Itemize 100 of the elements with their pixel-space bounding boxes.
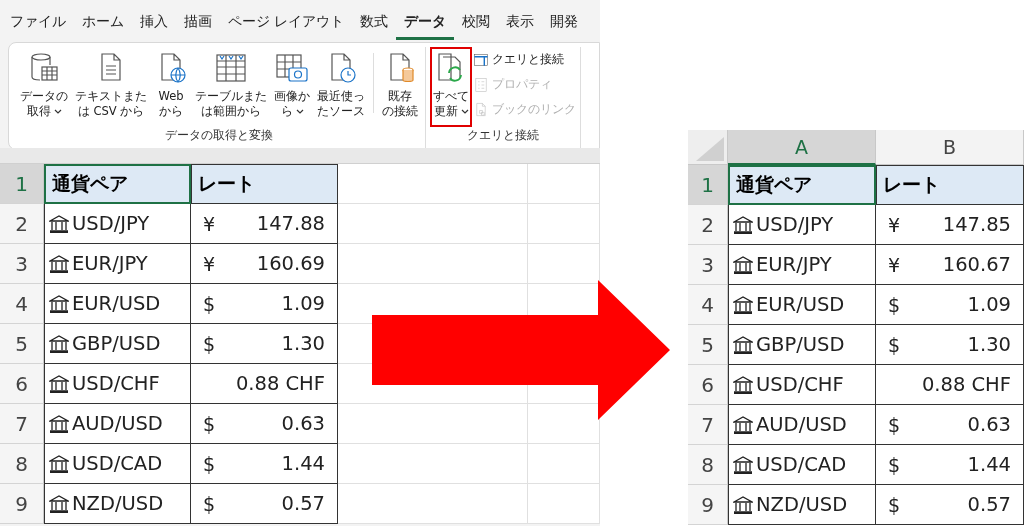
rate-value: 1.44 bbox=[281, 452, 325, 475]
bank-icon bbox=[49, 294, 69, 313]
row-number[interactable]: 6 bbox=[0, 364, 44, 404]
rate-value: 147.85 bbox=[942, 213, 1011, 236]
group-label: クエリと接続 bbox=[466, 127, 540, 144]
currency-pair: EUR/USD bbox=[756, 293, 845, 316]
row-number[interactable]: 4 bbox=[688, 285, 728, 325]
rate-value: 0.88 CHF bbox=[235, 372, 325, 395]
header-cell[interactable]: レート bbox=[191, 164, 338, 204]
currency-symbol: $ bbox=[203, 412, 216, 435]
rate-value: 160.67 bbox=[942, 253, 1011, 276]
bank-icon bbox=[49, 214, 69, 233]
rate-value: 160.69 bbox=[256, 252, 325, 275]
rate-value: 0.57 bbox=[967, 493, 1011, 516]
row-number[interactable]: 5 bbox=[688, 325, 728, 365]
currency-pair: GBP/USD bbox=[756, 333, 845, 356]
ribbon-small-button[interactable]: クエリと接続 bbox=[473, 51, 576, 68]
properties-icon bbox=[473, 76, 489, 93]
ribbon-tab[interactable]: 表示 bbox=[498, 13, 543, 40]
bank-icon bbox=[49, 494, 69, 513]
ribbon-button[interactable]: Web から bbox=[151, 47, 191, 127]
row-number[interactable]: 8 bbox=[688, 445, 728, 485]
ribbon-tab[interactable]: 挿入 bbox=[132, 13, 176, 40]
ribbon-button[interactable]: 既存 の接続 bbox=[379, 47, 421, 127]
ribbon-button[interactable]: 画像か ら bbox=[271, 47, 313, 127]
group-label: データの取得と変換 bbox=[164, 127, 274, 144]
row-number[interactable]: 4 bbox=[0, 284, 44, 324]
currency-symbol: $ bbox=[203, 492, 216, 515]
rate-value: 0.63 bbox=[967, 413, 1011, 436]
ribbon-tab[interactable]: 描画 bbox=[176, 13, 220, 40]
bank-icon bbox=[49, 414, 69, 433]
currency-symbol: $ bbox=[888, 453, 901, 476]
currency-symbol: $ bbox=[203, 332, 216, 355]
row-number[interactable]: 1 bbox=[0, 164, 44, 204]
row-number[interactable]: 8 bbox=[0, 444, 44, 484]
currency-pair: NZD/USD bbox=[72, 492, 164, 515]
window-icon bbox=[473, 51, 489, 68]
row-number[interactable]: 7 bbox=[688, 405, 728, 445]
rate-value: 1.09 bbox=[281, 292, 325, 315]
bank-icon bbox=[733, 295, 753, 314]
ribbon-tab[interactable]: 校閲 bbox=[454, 13, 499, 40]
ribbon-tab[interactable]: 数式 bbox=[352, 13, 397, 40]
rate-value: 1.30 bbox=[281, 332, 325, 355]
rate-value: 1.09 bbox=[967, 293, 1011, 316]
bank-icon bbox=[733, 455, 753, 474]
currency-pair: USD/JPY bbox=[756, 213, 834, 236]
ribbon-tab[interactable]: 開発 bbox=[542, 13, 587, 40]
currency-pair: EUR/USD bbox=[72, 292, 161, 315]
header-cell[interactable]: 通貨ペア bbox=[44, 164, 191, 204]
currency-symbol: ¥ bbox=[203, 252, 216, 275]
rate-value: 0.57 bbox=[281, 492, 325, 515]
bank-icon bbox=[733, 415, 753, 434]
currency-pair: USD/CAD bbox=[72, 452, 163, 475]
bank-icon bbox=[49, 334, 69, 353]
row-number[interactable]: 2 bbox=[688, 205, 728, 245]
currency-pair: EUR/JPY bbox=[72, 252, 148, 275]
currency-pair: USD/CHF bbox=[756, 373, 844, 396]
rate-value: 0.88 CHF bbox=[921, 373, 1011, 396]
row-number[interactable]: 1 bbox=[688, 165, 728, 205]
rate-value: 147.88 bbox=[256, 212, 325, 235]
currency-symbol: $ bbox=[203, 452, 216, 475]
row-number[interactable]: 3 bbox=[0, 244, 44, 284]
bank-icon bbox=[49, 254, 69, 273]
ribbon-button[interactable]: データの 取得 bbox=[17, 47, 71, 127]
bank-icon bbox=[733, 375, 753, 394]
row-number[interactable]: 3 bbox=[688, 245, 728, 285]
currency-pair: AUD/USD bbox=[756, 413, 847, 436]
currency-pair: GBP/USD bbox=[72, 332, 161, 355]
link-document-icon bbox=[473, 101, 489, 118]
currency-symbol: ¥ bbox=[888, 213, 901, 236]
header-cell[interactable]: 通貨ペア bbox=[728, 165, 876, 205]
bank-icon bbox=[49, 454, 69, 473]
currency-pair: NZD/USD bbox=[756, 493, 848, 516]
select-all-icon[interactable] bbox=[696, 137, 724, 161]
ribbon-button[interactable]: すべて 更新 bbox=[430, 47, 472, 127]
ribbon-tab[interactable]: ページ レイアウト bbox=[220, 13, 353, 40]
header-cell[interactable]: レート bbox=[876, 165, 1024, 205]
row-number[interactable]: 9 bbox=[0, 484, 44, 524]
ribbon-tab[interactable]: ホーム bbox=[74, 13, 132, 40]
bank-icon bbox=[49, 374, 69, 393]
currency-pair: USD/JPY bbox=[72, 212, 150, 235]
ribbon-button[interactable]: 最近使っ たソース bbox=[314, 47, 368, 127]
currency-symbol: $ bbox=[888, 293, 901, 316]
currency-pair: EUR/JPY bbox=[756, 253, 832, 276]
column-header[interactable]: B bbox=[876, 130, 1024, 165]
ribbon-button[interactable]: テキストまた は CSV から bbox=[72, 47, 150, 127]
row-number[interactable]: 2 bbox=[0, 204, 44, 244]
currency-pair: AUD/USD bbox=[72, 412, 163, 435]
table-icon bbox=[214, 51, 248, 85]
rate-value: 0.63 bbox=[281, 412, 325, 435]
row-number[interactable]: 6 bbox=[688, 365, 728, 405]
bank-icon bbox=[733, 215, 753, 234]
ribbon-tab[interactable]: ファイル bbox=[2, 13, 74, 40]
row-number[interactable]: 7 bbox=[0, 404, 44, 444]
row-number[interactable]: 9 bbox=[688, 485, 728, 525]
column-header[interactable]: A bbox=[728, 130, 876, 165]
currency-symbol: $ bbox=[203, 292, 216, 315]
bank-icon bbox=[733, 255, 753, 274]
row-number[interactable]: 5 bbox=[0, 324, 44, 364]
ribbon-button[interactable]: テーブルまた は範囲から bbox=[192, 47, 270, 127]
